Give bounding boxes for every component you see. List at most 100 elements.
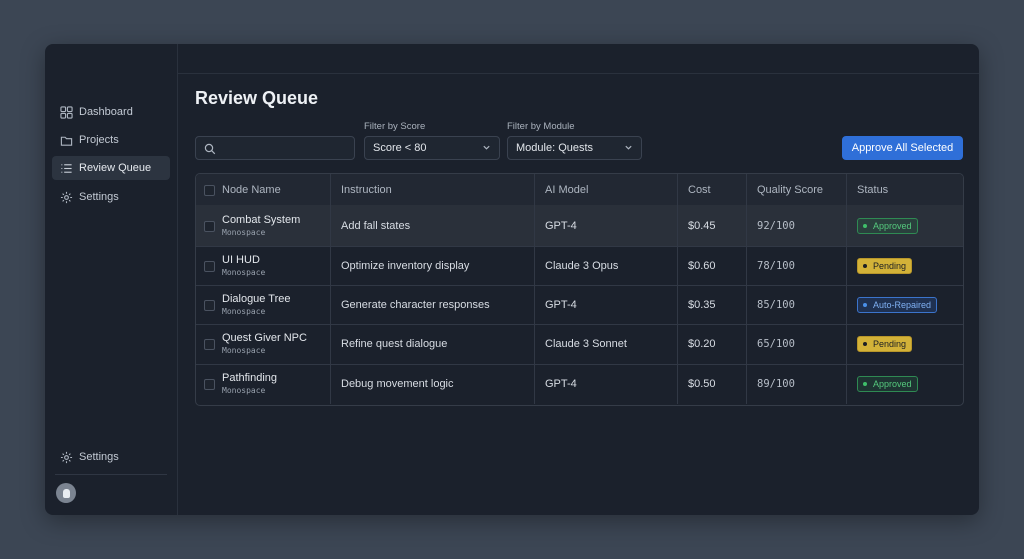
- user-icon: [62, 488, 70, 498]
- status-label: Pending: [873, 260, 907, 271]
- cell-cost: $0.35: [678, 285, 747, 324]
- status-badge: Approved: [857, 217, 918, 234]
- table-row[interactable]: Pathfinding Monospace Debug movement logic…: [196, 364, 963, 404]
- row-checkbox[interactable]: [204, 260, 215, 272]
- cell-quality-score: 89/100: [747, 364, 847, 404]
- sidebar-divider: [55, 474, 167, 475]
- row-checkbox[interactable]: [204, 339, 215, 350]
- status-dot-icon: [863, 223, 867, 228]
- sparkle-icon: [978, 514, 979, 515]
- sidebar-item-label: Review Queue: [79, 162, 152, 174]
- node-subtitle: Monospace: [222, 227, 266, 237]
- grid-icon: [59, 105, 73, 119]
- cell-node-name: UI HUD Monospace: [196, 246, 331, 285]
- status-dot-icon: [863, 263, 867, 268]
- sidebar-bottom-settings[interactable]: Settings: [52, 445, 170, 469]
- status-badge: Auto-Repaired: [857, 296, 938, 313]
- list-icon: [59, 161, 73, 175]
- row-checkbox[interactable]: [204, 379, 215, 390]
- sidebar-item-projects[interactable]: Projects: [52, 128, 170, 152]
- search-box[interactable]: [195, 136, 355, 160]
- cell-quality-score: 65/100: [747, 324, 847, 364]
- cell-instruction: Refine quest dialogue: [331, 324, 535, 364]
- cell-node-name: Combat System Monospace: [196, 205, 331, 246]
- cell-status: Pending: [847, 324, 963, 364]
- sidebar-item-label: Settings: [79, 451, 119, 463]
- chevron-down-icon: [483, 145, 490, 150]
- folder-icon: [59, 133, 73, 147]
- cell-quality-score: 92/100: [747, 205, 847, 246]
- table-row[interactable]: Quest Giver NPC Monospace Refine quest dia…: [196, 324, 963, 365]
- row-checkbox[interactable]: [204, 299, 215, 311]
- header-node-name: Node Name: [196, 174, 331, 205]
- cell-instruction: Generate character responses: [331, 285, 535, 324]
- table-header: Node Name Instruction AI Model Cost Qual…: [196, 174, 963, 206]
- cell-status: Approved: [847, 364, 963, 404]
- status-label: Approved: [873, 220, 912, 231]
- node-subtitle: Monospace: [222, 306, 266, 316]
- search-input[interactable]: [222, 139, 352, 159]
- score-filter-label: Filter by Score: [364, 121, 426, 132]
- table-row[interactable]: Dialogue Tree Monospace Generate character…: [196, 285, 963, 325]
- node-subtitle: Monospace: [222, 346, 266, 355]
- sidebar-item-label: Projects: [79, 134, 119, 146]
- review-table: Node Name Instruction AI Model Cost Qual…: [195, 173, 964, 406]
- sidebar-item-settings[interactable]: Settings: [52, 185, 170, 209]
- status-label: Pending: [873, 339, 907, 349]
- cell-status: Auto-Repaired: [847, 285, 963, 324]
- cell-status: Pending: [847, 246, 963, 285]
- cell-instruction: Add fall states: [331, 205, 535, 246]
- status-badge: Pending: [857, 336, 913, 352]
- sidebar-item-label: Dashboard: [79, 106, 133, 118]
- gear-icon: [59, 450, 73, 464]
- node-name: Dialogue Tree: [222, 292, 291, 305]
- node-name: UI HUD: [222, 253, 260, 266]
- status-dot-icon: [863, 382, 867, 386]
- avatar[interactable]: [56, 483, 76, 503]
- cell-quality-score: 85/100: [747, 285, 847, 324]
- sidebar-item-label: Settings: [79, 191, 119, 203]
- cell-ai-model: Claude 3 Sonnet: [535, 324, 678, 364]
- node-name: Pathfinding: [222, 372, 278, 384]
- cell-cost: $0.45: [678, 205, 747, 246]
- status-badge: Approved: [857, 376, 918, 392]
- cell-node-name: Quest Giver NPC Monospace: [196, 324, 331, 364]
- status-label: Auto-Repaired: [873, 299, 932, 310]
- cell-cost: $0.50: [678, 364, 747, 404]
- table-row[interactable]: UI HUD Monospace Optimize inventory displa…: [196, 246, 963, 286]
- cell-quality-score: 78/100: [747, 246, 847, 285]
- cell-instruction: Debug movement logic: [331, 364, 535, 404]
- node-subtitle: Monospace: [222, 386, 266, 395]
- header-quality-score: Quality Score: [747, 174, 847, 205]
- search-icon: [204, 142, 216, 155]
- node-name: Quest Giver NPC: [222, 332, 307, 344]
- page-title: Review Queue: [195, 88, 319, 108]
- table-row[interactable]: Combat System Monospace Add fall states GPT…: [196, 205, 963, 247]
- node-name: Combat System: [222, 213, 301, 226]
- app-window: Dashboard Projects Review Queue Settings…: [45, 44, 979, 515]
- status-label: Approved: [873, 379, 912, 389]
- sidebar: Dashboard Projects Review Queue Settings…: [45, 44, 178, 515]
- header-label: Node Name: [222, 183, 281, 196]
- header-status: Status: [857, 183, 889, 196]
- cell-cost: $0.60: [678, 246, 747, 285]
- approve-all-selected-button[interactable]: Approve All Selected: [842, 136, 963, 160]
- module-filter-select[interactable]: Module: Quests: [507, 136, 642, 160]
- cell-ai-model: GPT-4: [535, 364, 678, 404]
- score-filter-select[interactable]: Score < 80: [364, 136, 500, 160]
- header-ai-model: AI Model: [535, 174, 678, 205]
- cell-node-name: Dialogue Tree Monospace: [196, 285, 331, 324]
- sidebar-item-dashboard[interactable]: Dashboard: [52, 100, 170, 124]
- status-dot-icon: [863, 342, 867, 346]
- status-dot-icon: [863, 302, 867, 307]
- sidebar-item-review-queue[interactable]: Review Queue: [52, 156, 170, 180]
- row-checkbox[interactable]: [204, 220, 215, 232]
- gear-icon: [59, 190, 73, 204]
- node-subtitle: Monospace: [222, 267, 266, 277]
- module-filter-label: Filter by Module: [507, 121, 575, 132]
- cell-status: Approved: [847, 205, 963, 246]
- cell-instruction: Optimize inventory display: [331, 246, 535, 285]
- cell-ai-model: Claude 3 Opus: [535, 246, 678, 285]
- select-all-checkbox[interactable]: [204, 184, 215, 196]
- header-divider: [178, 73, 979, 74]
